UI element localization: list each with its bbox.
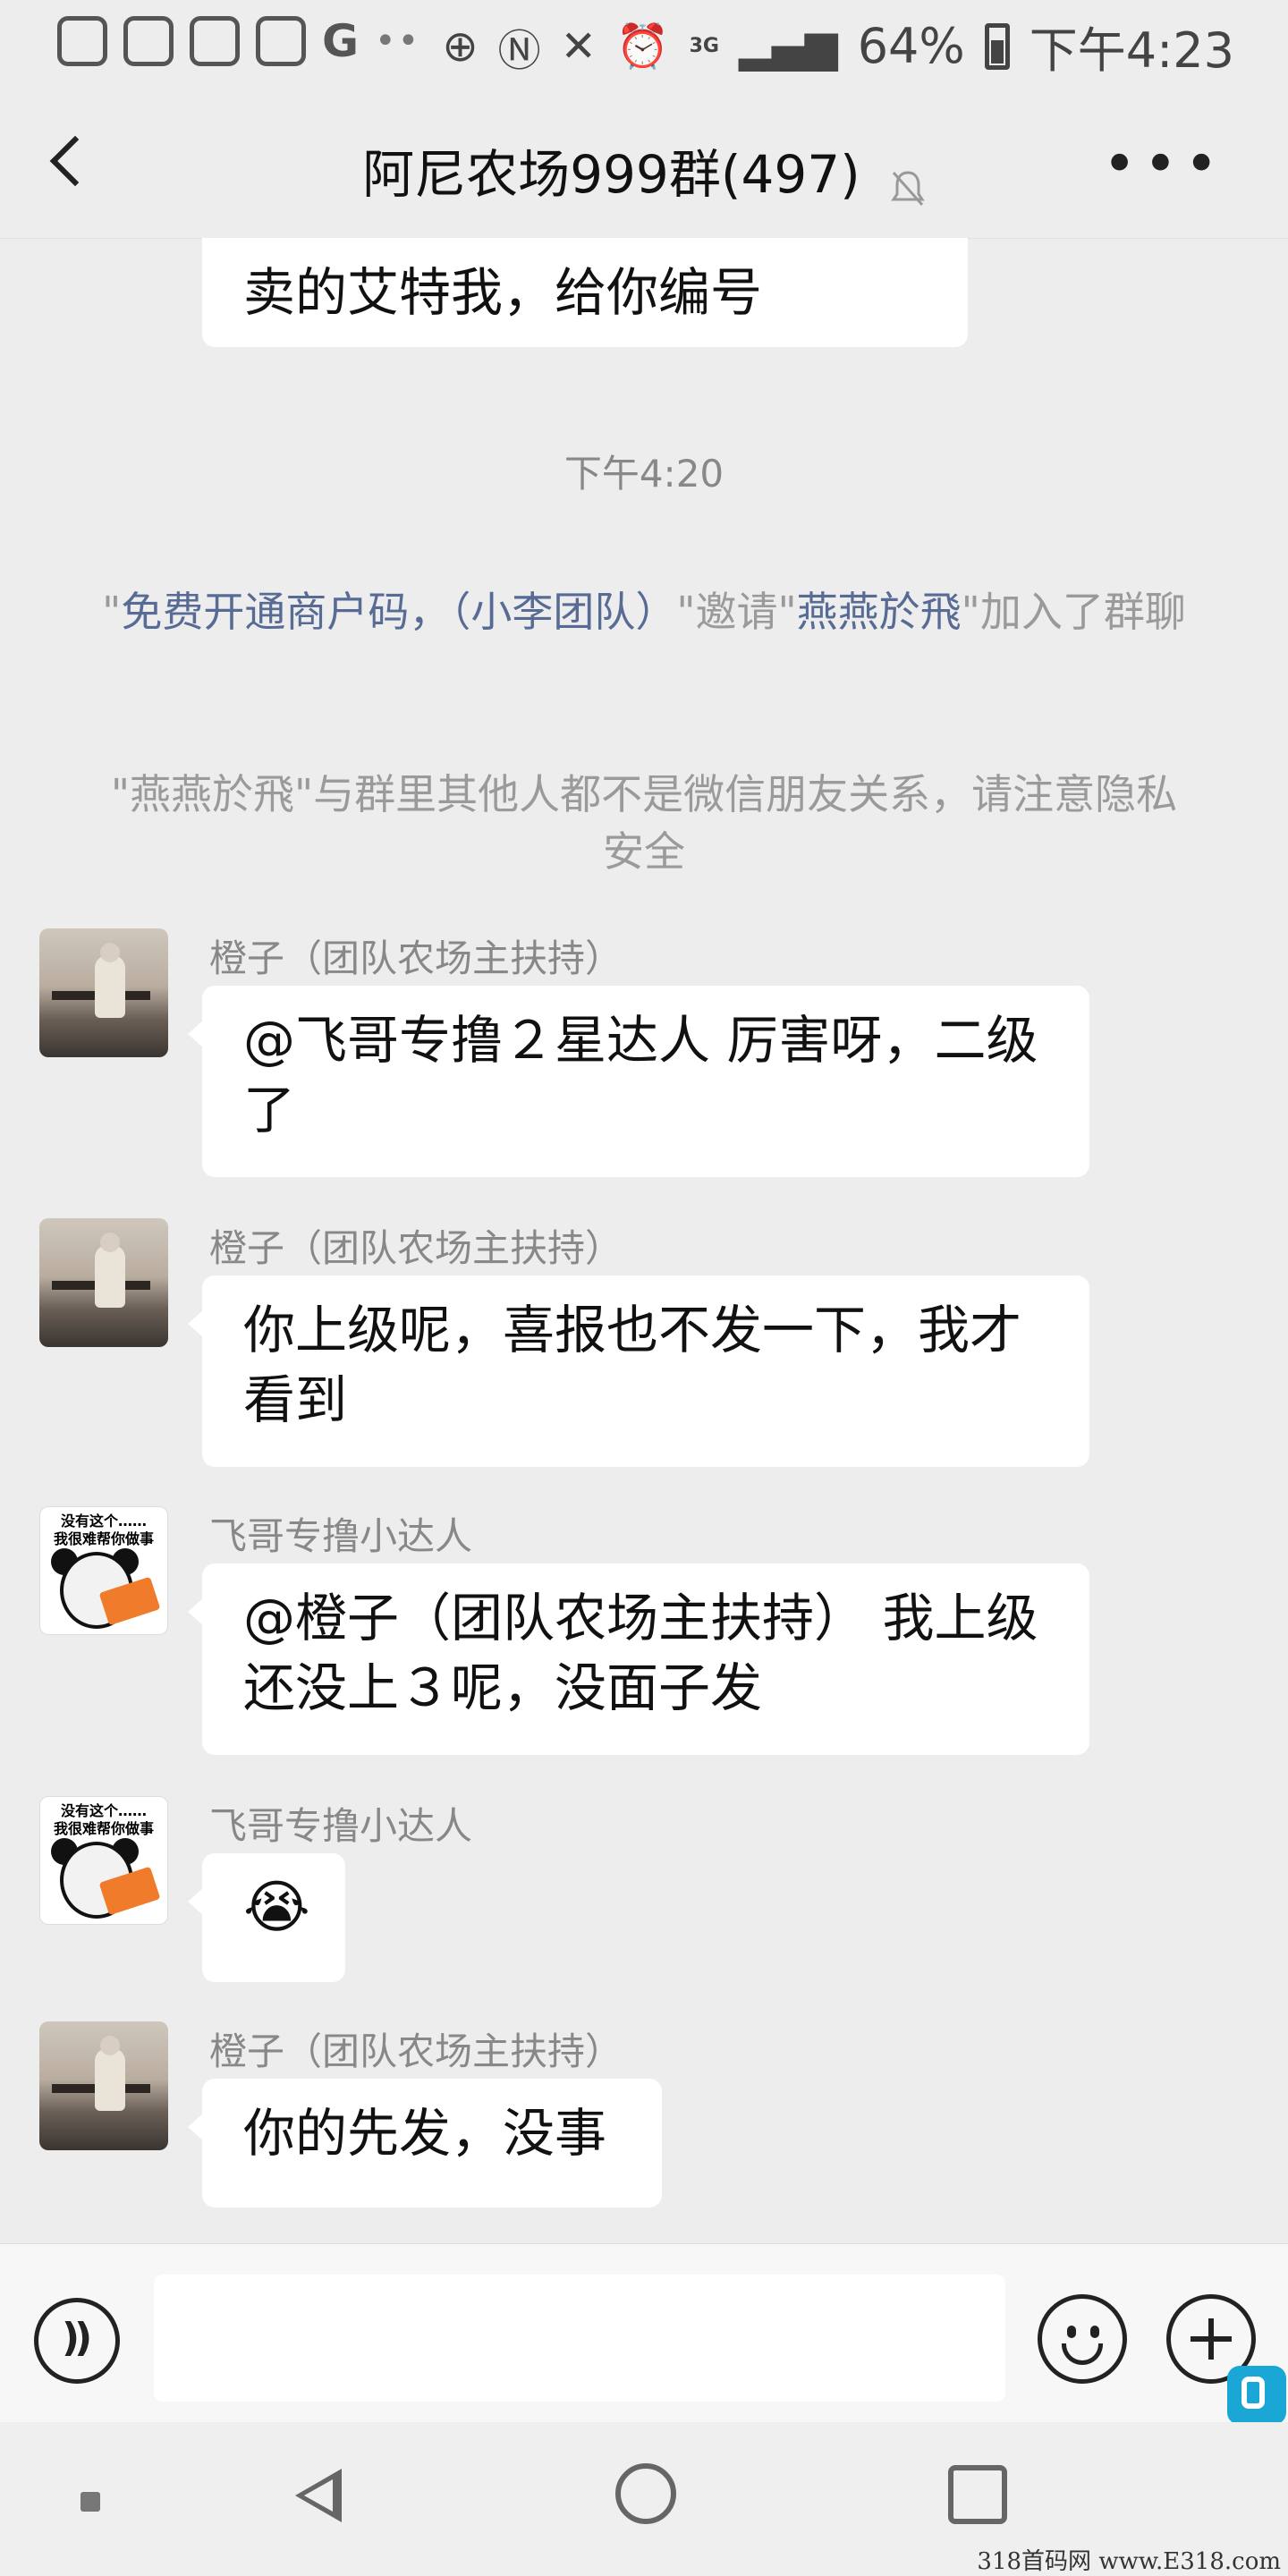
message-bubble[interactable]: @橙子（团队农场主扶持） 我上级还没上３呢，没面子发: [188, 1563, 1089, 1755]
avatar[interactable]: 没有这个…… 我很难帮你做事: [39, 1796, 168, 1925]
signal-icon: ▂▄▆: [738, 21, 838, 72]
battery-percent: 64%: [857, 18, 965, 74]
message-bubble[interactable]: 你上级呢，喜报也不发一下，我才看到: [188, 1275, 1089, 1467]
heart-app-icon: [123, 16, 174, 66]
joined-text: "加入了群聊: [961, 588, 1186, 636]
avatar[interactable]: 没有这个…… 我很难帮你做事: [39, 1506, 168, 1635]
message-text: @飞哥专撸２星达人 厉害呀，二级了: [243, 1010, 1038, 1140]
voice-input-icon[interactable]: [34, 2298, 120, 2384]
chat-title: 阿尼农场999群(497): [362, 144, 860, 205]
sender-name: 橙子（团队农场主扶持）: [209, 2029, 623, 2073]
input-bar: [0, 2243, 1288, 2425]
clock: 下午4:23: [1029, 22, 1234, 79]
floating-app-icon[interactable]: [1227, 2366, 1286, 2425]
sender-name: 飞哥专撸小达人: [209, 1804, 473, 1848]
system-nav-bar: 318首码网 www.E318.com: [0, 2422, 1288, 2576]
battery-icon: [984, 22, 1010, 70]
message-input[interactable]: [154, 2275, 1005, 2402]
more-notifications-icon: ••: [375, 21, 421, 62]
sender-name: 橙子（团队农场主扶持）: [209, 1226, 623, 1270]
message-bubble[interactable]: @飞哥专撸２星达人 厉害呀，二级了: [188, 986, 1089, 1177]
title-wrap: 阿尼农场999群(497): [0, 132, 1288, 208]
message-text: 你上级呢，喜报也不发一下，我才看到: [243, 1300, 1022, 1430]
invite-text: "邀请": [676, 588, 797, 636]
system-notice-join: "免费开通商户码，（小李团队）"邀请"燕燕於飛"加入了群聊: [98, 583, 1190, 640]
more-options-icon[interactable]: •••: [1103, 136, 1225, 193]
avatar-caption: 没有这个…… 我很难帮你做事: [53, 1513, 154, 1547]
quote: ": [102, 588, 122, 636]
message-bubble[interactable]: 卖的艾特我，给你编号: [202, 238, 968, 347]
mute-icon: ✕: [560, 21, 597, 72]
chat-area[interactable]: 卖的艾特我，给你编号 下午4:20 "免费开通商户码，（小李团队）"邀请"燕燕於…: [0, 238, 1288, 2243]
nav-home-icon[interactable]: [615, 2463, 676, 2524]
data-saver-icon: ⊕: [442, 21, 479, 72]
watermark: 318首码网 www.E318.com: [977, 2548, 1281, 2575]
network-type: 3G: [689, 35, 719, 57]
nav-recents-icon[interactable]: [948, 2465, 1007, 2524]
video-app-icon: [190, 16, 240, 66]
video-app-icon-2: [256, 16, 306, 66]
crying-laughing-emoji: 😭: [243, 1875, 310, 1941]
nav-menu-icon[interactable]: [80, 2492, 100, 2512]
google-icon: G: [322, 15, 360, 67]
message-text: @橙子（团队农场主扶持） 我上级还没上３呢，没面子发: [243, 1588, 1038, 1718]
inviter-link[interactable]: 免费开通商户码，（小李团队）: [121, 588, 676, 636]
message-text: 卖的艾特我，给你编号: [243, 262, 763, 323]
news-app-icon: [57, 16, 107, 66]
message-text: 你的先发，没事: [243, 2103, 607, 2164]
timestamp: 下午4:20: [564, 452, 724, 496]
system-notice-privacy: "燕燕於飛"与群里其他人都不是微信朋友关系，请注意隐私安全: [110, 770, 1178, 876]
avatar-caption: 没有这个…… 我很难帮你做事: [53, 1802, 154, 1837]
emoji-icon[interactable]: [1038, 2294, 1127, 2384]
message-bubble[interactable]: 😭: [188, 1853, 345, 1982]
status-bar: G •• ⊕ Ⓝ ✕ ⏰ 3G ▂▄▆ 64% 下午4:23: [0, 0, 1288, 86]
invitee-link[interactable]: 燕燕於飛: [797, 588, 962, 636]
nav-back-icon[interactable]: [286, 2458, 349, 2529]
message-bubble[interactable]: 你的先发，没事: [188, 2079, 662, 2207]
avatar[interactable]: [39, 1218, 168, 1347]
bell-muted-icon: [891, 170, 925, 206]
alarm-icon: ⏰: [615, 21, 670, 72]
avatar[interactable]: [39, 928, 168, 1057]
system-status: ⊕ Ⓝ ✕ ⏰ 3G ▂▄▆ 64% 下午4:23: [442, 11, 1234, 81]
avatar[interactable]: [39, 2021, 168, 2150]
nfc-icon: Ⓝ: [497, 25, 541, 76]
sender-name: 飞哥专撸小达人: [209, 1514, 473, 1558]
sender-name: 橙子（团队农场主扶持）: [209, 936, 623, 980]
notification-icons: G ••: [57, 16, 420, 66]
chat-header: 阿尼农场999群(497) •••: [0, 86, 1288, 239]
